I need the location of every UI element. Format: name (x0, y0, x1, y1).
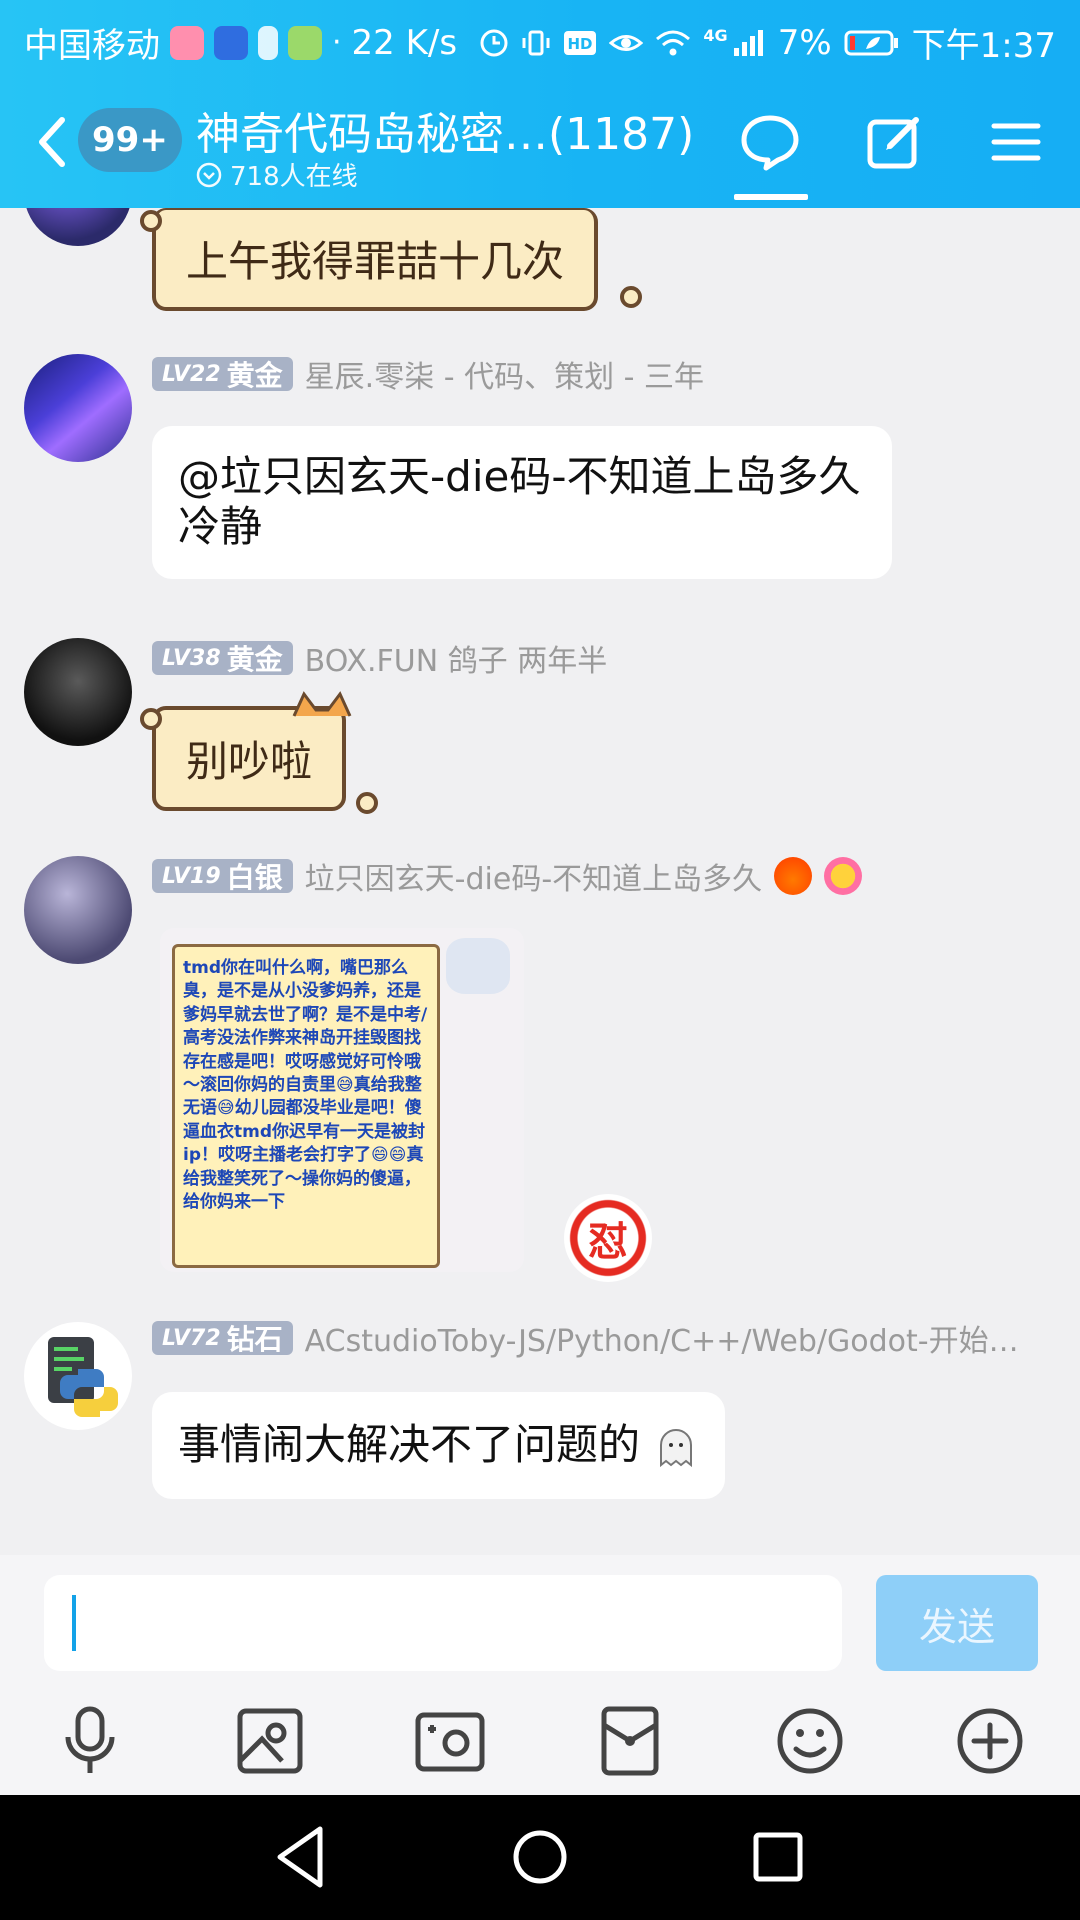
edit-note-icon[interactable] (862, 110, 926, 174)
image-message[interactable]: tmd你在叫什么啊，嘴巴那么臭，是不是从小没爹妈养，还是爹妈早就去世了啊？是不是… (160, 928, 524, 1272)
fire-icon (774, 857, 813, 895)
online-count-label: 718人在线 (230, 162, 358, 192)
avatar[interactable] (24, 1322, 132, 1430)
message-text: 别吵啦 (186, 737, 313, 786)
avatar[interactable] (24, 638, 132, 746)
battery-alert-icon (258, 25, 278, 60)
battery-percent: 7% (777, 22, 832, 63)
nav-recents-icon[interactable] (738, 1817, 818, 1897)
battery-icon (844, 30, 898, 55)
message-bubble[interactable]: @垃只因玄天-die码-不知道上岛多久 冷静 (152, 426, 892, 579)
flower-icon (824, 857, 863, 895)
bubble-decoration (356, 792, 378, 814)
navigation-notification-icon (214, 25, 248, 60)
send-button[interactable]: 发送 (876, 1575, 1038, 1671)
system-navigation-bar (0, 1795, 1080, 1920)
ghost-emoji-icon (660, 1428, 693, 1467)
signal-icon (733, 29, 763, 56)
status-right: HD 4G 7% 下午1:37 (479, 18, 1056, 67)
level-badge: LV72 钻石 (152, 1321, 293, 1356)
avatar[interactable] (24, 208, 132, 246)
menu-icon[interactable] (984, 110, 1048, 174)
active-tab-indicator (734, 194, 808, 200)
svg-text:HD: HD (568, 35, 593, 53)
sender-nickname[interactable]: 垃只因玄天-die码-不知道上岛多久 (305, 854, 763, 898)
bubble-decoration (140, 708, 162, 730)
status-bar: 中国移动 · 22 K/s HD 4G 7% 下午1:37 (0, 0, 1080, 76)
message-text: @垃只因玄天-die码-不知道上岛多久 冷静 (178, 452, 861, 552)
sender-nickname[interactable]: 星辰.零柒 - 代码、策划 - 三年 (305, 352, 704, 396)
avatar[interactable] (24, 354, 132, 462)
composer: 发送 (0, 1555, 1080, 1795)
message-input[interactable] (44, 1575, 842, 1671)
clock-icon (480, 29, 508, 56)
python-logo-icon (48, 1337, 118, 1417)
level-badge: LV22 黄金 (152, 357, 293, 392)
sender-info: LV72 钻石 ACstudioToby-JS/Python/C++/Web/G… (152, 1320, 1019, 1359)
sticker-label: 怼 (588, 1219, 628, 1265)
status-left: 中国移动 · 22 K/s (24, 18, 457, 67)
cat-sticker-icon (446, 938, 510, 994)
sender-info: LV22 黄金 星辰.零柒 - 代码、策划 - 三年 (152, 356, 704, 395)
chat-bubble-icon[interactable] (738, 110, 802, 174)
message-text: 上午我得罪喆十几次 (186, 237, 565, 286)
header: 中国移动 · 22 K/s HD 4G 7% 下午1:37 99+ 神奇代码岛秘… (0, 0, 1080, 208)
sender-info: LV19 白银 垃只因玄天-die码-不知道上岛多久 (152, 857, 863, 897)
camera-icon[interactable] (412, 1703, 488, 1779)
level-badge: LV19 白银 (152, 859, 293, 894)
hd-icon: HD (564, 30, 597, 55)
bubble-decoration (620, 286, 642, 308)
network-speed: 22 K/s (351, 22, 458, 63)
emoji-icon[interactable] (772, 1703, 848, 1779)
chevron-circle-icon (196, 162, 222, 187)
group-title[interactable]: 神奇代码岛秘密…(1187) (196, 98, 694, 162)
level-badge: LV38 黄金 (152, 641, 293, 676)
online-count[interactable]: 718人在线 (196, 156, 358, 193)
title-bar: 99+ 神奇代码岛秘密…(1187) 718人在线 (0, 90, 1080, 208)
back-icon[interactable] (28, 112, 84, 172)
sender-nickname[interactable]: BOX.FUN 鸽子 两年半 (305, 636, 608, 680)
vibrate-icon (522, 30, 550, 55)
unread-count-badge[interactable]: 99+ (78, 108, 182, 172)
sticker-bubble[interactable]: 上午我得罪喆十几次 (152, 208, 599, 311)
text-cursor (72, 1595, 76, 1651)
nav-back-icon[interactable] (262, 1817, 342, 1897)
message-bubble[interactable]: 事情闹大解决不了问题的 (152, 1392, 726, 1499)
network-type: 4G (703, 26, 728, 45)
nav-home-icon[interactable] (500, 1817, 580, 1897)
wifi-icon (656, 30, 691, 55)
sticker-badge[interactable]: 怼 (564, 1194, 652, 1282)
sticker-bubble[interactable]: 别吵啦 (152, 706, 347, 811)
image-picker-icon[interactable] (232, 1703, 308, 1779)
image-content: tmd你在叫什么啊，嘴巴那么臭，是不是从小没爹妈养，还是爹妈早就去世了啊？是不是… (172, 944, 440, 1268)
message-list[interactable]: 上午我得罪喆十几次 LV22 黄金 星辰.零柒 - 代码、策划 - 三年 @垃只… (0, 208, 1080, 1555)
sender-nickname[interactable]: ACstudioToby-JS/Python/C++/Web/Godot-开始… (305, 1316, 1019, 1360)
message-text: 事情闹大解决不了问题的 (178, 1420, 641, 1469)
image-text: tmd你在叫什么啊，嘴巴那么臭，是不是从小没爹妈养，还是爹妈早就去世了啊？是不是… (183, 958, 428, 1213)
add-more-icon[interactable] (952, 1703, 1028, 1779)
eye-comfort-icon (609, 34, 644, 51)
bubble-decoration (140, 210, 162, 232)
app-notification-icon (170, 25, 204, 60)
cat-ears-decoration (292, 691, 352, 717)
clock-time: 下午1:37 (911, 26, 1056, 66)
carrier-label: 中国移动 (24, 26, 160, 66)
avatar[interactable] (24, 856, 132, 964)
sender-info: LV38 黄金 BOX.FUN 鸽子 两年半 (152, 640, 607, 679)
gallery-notification-icon (288, 25, 322, 60)
red-envelope-icon[interactable] (592, 1703, 668, 1779)
microphone-icon[interactable] (52, 1703, 128, 1779)
